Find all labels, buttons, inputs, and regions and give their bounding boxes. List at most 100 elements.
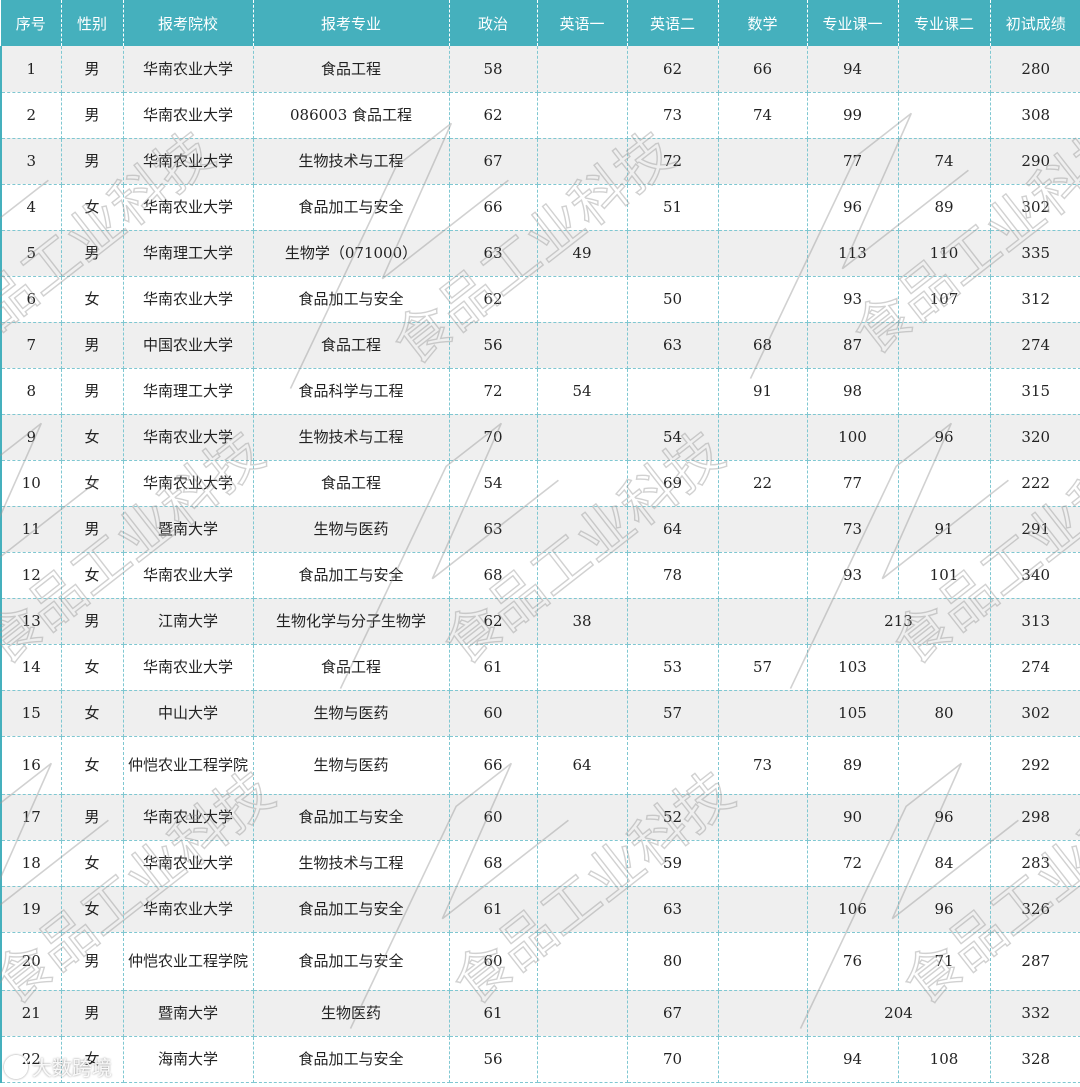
table-row: 11 男暨南大学 生物与医药 63 64 73 91 291: [0, 506, 1080, 553]
cell-english-2: [627, 368, 719, 415]
cell-english-2: 69: [627, 460, 719, 507]
cell-index: 5: [0, 230, 62, 277]
table-row: 17 男华南农业大学 食品加工与安全 60 52 90 96 298: [0, 794, 1080, 841]
cell-major: 食品加工与安全: [253, 1036, 450, 1083]
cell-major: 食品加工与安全: [253, 276, 450, 323]
cell-school: 仲恺农业工程学院: [123, 736, 254, 795]
cell-index: 18: [0, 840, 62, 887]
cell-math: [718, 276, 808, 323]
footer-watermark: 大数跨境: [4, 1052, 112, 1081]
cell-english-1: [537, 690, 628, 737]
cell-politics: 61: [449, 644, 538, 691]
cell-major-course-1: 93: [807, 276, 899, 323]
cell-english-1: 54: [537, 368, 628, 415]
cell-major: 生物与医药: [253, 506, 450, 553]
table-row: 5 男华南理工大学 生物学（071000） 63 49 113 110 335: [0, 230, 1080, 277]
table-row: 10 女华南农业大学 食品工程 54 69 22 77 222: [0, 460, 1080, 507]
cell-english-1: [537, 552, 628, 599]
cell-index: 21: [0, 990, 62, 1037]
cell-major-course-2: 96: [898, 794, 991, 841]
cell-major: 生物技术与工程: [253, 414, 450, 461]
cell-politics: 68: [449, 840, 538, 887]
cell-major-course-2: [898, 644, 991, 691]
cell-politics: 60: [449, 794, 538, 841]
cell-major-course-2: 96: [898, 414, 991, 461]
table-row: 15 女中山大学 生物与医药 60 57 105 80 302: [0, 690, 1080, 737]
cell-index: 19: [0, 886, 62, 933]
cell-math: [718, 840, 808, 887]
table-row: 19 女华南农业大学 食品加工与安全 61 63 106 96 326: [0, 886, 1080, 933]
cell-math: 68: [718, 322, 808, 369]
cell-gender: 男: [61, 598, 124, 645]
cell-major-course-2: 110: [898, 230, 991, 277]
cell-major-course-2: 74: [898, 138, 991, 185]
cell-index: 15: [0, 690, 62, 737]
cell-math: [718, 932, 808, 991]
cell-total: 326: [990, 886, 1080, 933]
cell-english-2: 63: [627, 322, 719, 369]
table-body: 1 男华南农业大学 食品工程 58 62 66 94 280 2 男华南农业大学 086003 食品…: [0, 46, 1080, 1083]
cell-english-1: [537, 840, 628, 887]
cell-gender: 女: [61, 184, 124, 231]
cell-gender: 女: [61, 886, 124, 933]
cell-major: 086003 食品工程: [253, 92, 450, 139]
cell-english-1: [537, 506, 628, 553]
cell-major: 食品加工与安全: [253, 184, 450, 231]
cell-english-2: 70: [627, 1036, 719, 1083]
table-row: 2 男华南农业大学 086003 食品工程 62 73 74 99 308: [0, 92, 1080, 139]
cell-english-2: 59: [627, 840, 719, 887]
cell-major-course-1: 89: [807, 736, 899, 795]
cell-major-course-2: [898, 460, 991, 507]
cell-major-course-1: 87: [807, 322, 899, 369]
cell-major: 食品加工与安全: [253, 794, 450, 841]
cell-total: 291: [990, 506, 1080, 553]
cell-math: 73: [718, 736, 808, 795]
cell-english-1: 49: [537, 230, 628, 277]
cell-math: [718, 138, 808, 185]
cell-politics: 62: [449, 598, 538, 645]
header-cell-math: 数学: [718, 0, 808, 46]
cell-major-course-1: 94: [807, 1036, 899, 1083]
cell-index: 13: [0, 598, 62, 645]
cell-total: 320: [990, 414, 1080, 461]
cell-major: 食品加工与安全: [253, 886, 450, 933]
cell-math: 91: [718, 368, 808, 415]
cell-math: 74: [718, 92, 808, 139]
cell-major-course-2: 71: [898, 932, 991, 991]
cell-english-2: 62: [627, 46, 719, 93]
cell-english-2: 67: [627, 990, 719, 1037]
cell-major: 食品工程: [253, 46, 450, 93]
cell-major-course-2: [898, 736, 991, 795]
cell-english-2: [627, 230, 719, 277]
cell-school: 华南农业大学: [123, 138, 254, 185]
header-cell-total: 初试成绩: [990, 0, 1080, 46]
cell-major-course-2: 91: [898, 506, 991, 553]
cell-total: 335: [990, 230, 1080, 277]
cell-english-2: 80: [627, 932, 719, 991]
cell-total: 222: [990, 460, 1080, 507]
cell-english-2: 63: [627, 886, 719, 933]
cell-major-course-2: 107: [898, 276, 991, 323]
cell-major-course-2: [898, 92, 991, 139]
cell-major: 生物与医药: [253, 690, 450, 737]
cell-gender: 男: [61, 92, 124, 139]
cell-major: 食品工程: [253, 322, 450, 369]
header-cell-english-2: 英语二: [627, 0, 719, 46]
cell-math: [718, 414, 808, 461]
cell-gender: 女: [61, 840, 124, 887]
cell-total: 308: [990, 92, 1080, 139]
cell-total: 302: [990, 184, 1080, 231]
cell-major: 食品加工与安全: [253, 932, 450, 991]
cell-major-course-1: 93: [807, 552, 899, 599]
cell-english-1: [537, 322, 628, 369]
cell-total: 274: [990, 322, 1080, 369]
cell-school: 华南理工大学: [123, 368, 254, 415]
cell-math: [718, 794, 808, 841]
cell-math: 22: [718, 460, 808, 507]
cell-total: 332: [990, 990, 1080, 1037]
cell-index: 1: [0, 46, 62, 93]
cell-politics: 54: [449, 460, 538, 507]
cell-major-course-1: 77: [807, 138, 899, 185]
cell-index: 12: [0, 552, 62, 599]
cell-politics: 61: [449, 886, 538, 933]
